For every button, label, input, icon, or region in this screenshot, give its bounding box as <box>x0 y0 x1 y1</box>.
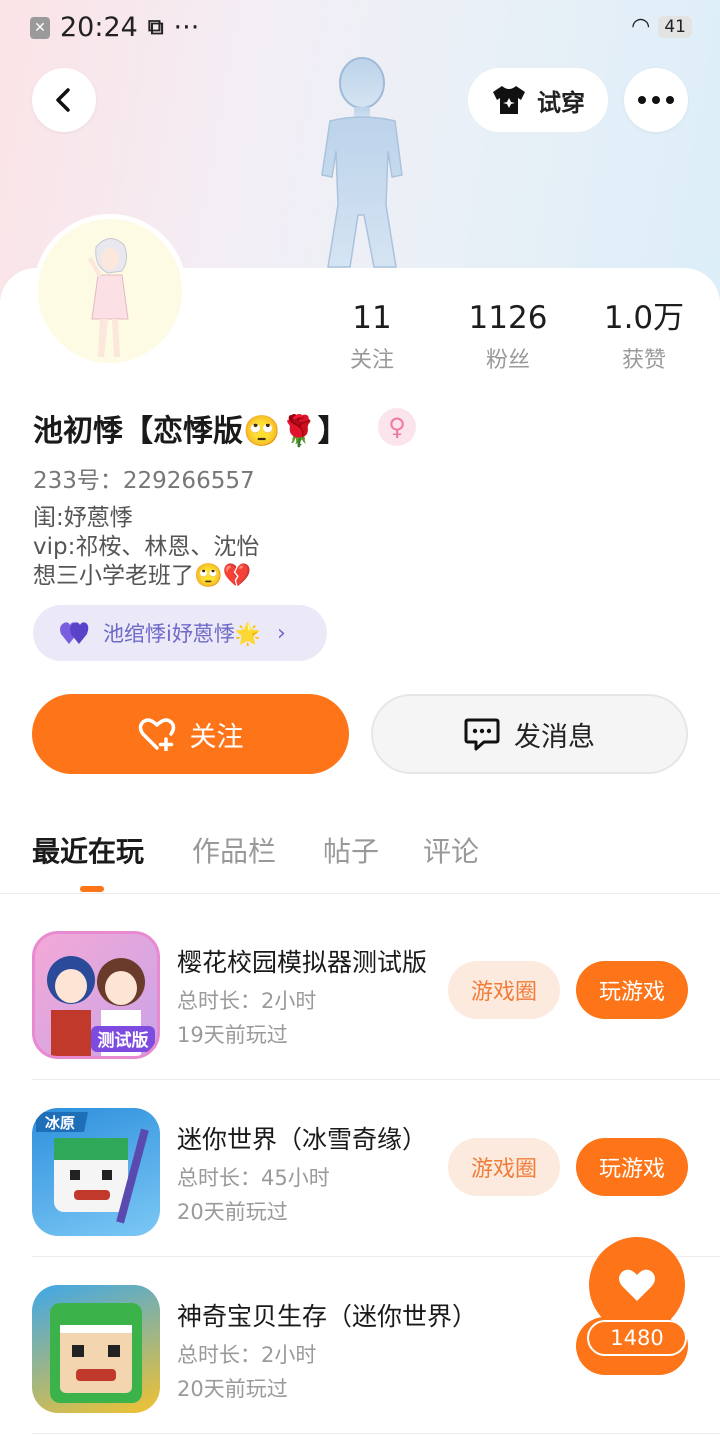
game-list-item[interactable]: 冰原 迷你世界（冰雪奇缘） 总时长：45小时 20天前玩过 游戏圈 玩游戏 <box>0 1080 720 1257</box>
game-list-item[interactable]: 测试版 樱花校园模拟器测试版 总时长：2小时 19天前玩过 游戏圈 玩游戏 <box>0 903 720 1080</box>
play-game-button[interactable]: 玩游戏 <box>576 1138 688 1196</box>
stat-following[interactable]: 11 关注 <box>317 300 427 374</box>
try-on-label: 试穿 <box>537 88 585 117</box>
user-avatar[interactable] <box>33 214 187 368</box>
more-dots-icon <box>638 96 674 104</box>
sakura-school-game-art: 测试版 <box>47 956 155 1056</box>
game-icon: 冰原 <box>32 1108 160 1236</box>
bio-line: vip:祁桉、林恩、沈怡 <box>33 534 260 560</box>
more-options-button[interactable] <box>624 68 688 132</box>
double-heart-icon <box>60 622 89 644</box>
game-icon <box>32 1285 160 1413</box>
tab-posts[interactable]: 帖子 <box>323 830 379 870</box>
more-notifications-dots: ··· <box>173 12 200 43</box>
game-circle-button[interactable]: 游戏圈 <box>448 961 560 1019</box>
tab-comments[interactable]: 评论 <box>423 830 479 870</box>
game-duration: 总时长：2小时 <box>177 989 317 1013</box>
wifi-icon: ◠ <box>631 14 651 39</box>
follow-button[interactable]: 关注 <box>32 694 349 774</box>
like-floating-button[interactable] <box>589 1237 685 1333</box>
game-icon-badge-text: 测试版 <box>98 1030 149 1051</box>
game-duration: 总时长：45小时 <box>177 1166 330 1190</box>
avatar-character-image <box>88 238 129 357</box>
try-on-button[interactable]: 试穿 <box>468 68 608 132</box>
play-game-button[interactable]: 玩游戏 <box>576 961 688 1019</box>
heart-plus-icon <box>138 718 175 751</box>
game-last-played: 20天前玩过 <box>177 1377 288 1401</box>
stat-label: 粉丝 <box>485 348 530 373</box>
send-message-button[interactable]: 发消息 <box>371 694 688 774</box>
notification-icon: ✕ <box>30 16 50 39</box>
game-last-played: 19天前玩过 <box>177 1023 288 1047</box>
bio-line: 闺:妤蒽悸 <box>33 505 133 531</box>
game-icon-badge-text: 冰原 <box>45 1114 75 1132</box>
heart-icon <box>619 1269 655 1301</box>
character-silhouette-image <box>321 57 403 268</box>
mini-world-ice-game-art: 冰原 <box>36 1112 149 1224</box>
stat-label: 关注 <box>349 348 394 373</box>
active-tab-indicator <box>80 886 104 892</box>
game-last-played: 20天前玩过 <box>177 1200 288 1224</box>
stat-label: 获赞 <box>621 348 666 373</box>
stat-likes[interactable]: 1.0万 获赞 <box>589 300 699 374</box>
game-circle-button[interactable]: 游戏圈 <box>448 1138 560 1196</box>
bio-line: 想三小学老班了🙄💔 <box>33 563 252 589</box>
game-duration: 总时长：2小时 <box>177 1343 317 1367</box>
tab-works[interactable]: 作品栏 <box>192 830 276 870</box>
like-count-badge: 1480 <box>587 1320 687 1356</box>
relationship-tag-label: 池绾悸i妤蒽悸🌟 <box>103 622 261 646</box>
row-divider <box>32 1433 720 1434</box>
follow-label: 关注 <box>189 721 244 753</box>
status-bar: ✕ 20:24 ⧉ ··· ◠ 41 <box>0 0 720 56</box>
stat-fans[interactable]: 1126 粉丝 <box>453 300 563 374</box>
chat-bubble-icon <box>464 718 500 751</box>
game-icon: 测试版 <box>32 931 160 1059</box>
back-button[interactable] <box>32 68 96 132</box>
relationship-tag-chip[interactable]: 池绾悸i妤蒽悸🌟 › <box>33 605 327 661</box>
game-title: 神奇宝贝生存（迷你世界） <box>177 1302 478 1331</box>
mini-world-survival-game-art <box>50 1303 142 1403</box>
profile-tabs: 最近在玩 作品栏 帖子 评论 <box>0 830 720 894</box>
user-id: 233号：229266557 <box>33 468 255 494</box>
stat-value: 1126 <box>468 300 548 336</box>
stat-value: 1.0万 <box>603 300 685 336</box>
stat-value: 11 <box>352 300 392 336</box>
tshirt-icon <box>493 86 525 114</box>
user-name: 池初悸【恋悸版🙄🌹】 <box>33 414 348 449</box>
screenshot-icon: ⧉ <box>147 15 164 40</box>
send-message-label: 发消息 <box>514 721 595 753</box>
game-title: 迷你世界（冰雪奇缘） <box>177 1125 428 1154</box>
chevron-right-icon: › <box>276 620 286 646</box>
status-time: 20:24 <box>60 12 138 43</box>
battery-level: 41 <box>658 15 692 38</box>
tab-recently-played[interactable]: 最近在玩 <box>32 830 144 870</box>
game-title: 樱花校园模拟器测试版 <box>177 948 428 977</box>
chevron-left-icon <box>56 88 70 112</box>
user-bio: 闺:妤蒽悸 vip:祁桉、林恩、沈怡 想三小学老班了🙄💔 <box>33 504 259 591</box>
female-gender-icon: ♀ <box>378 408 416 446</box>
